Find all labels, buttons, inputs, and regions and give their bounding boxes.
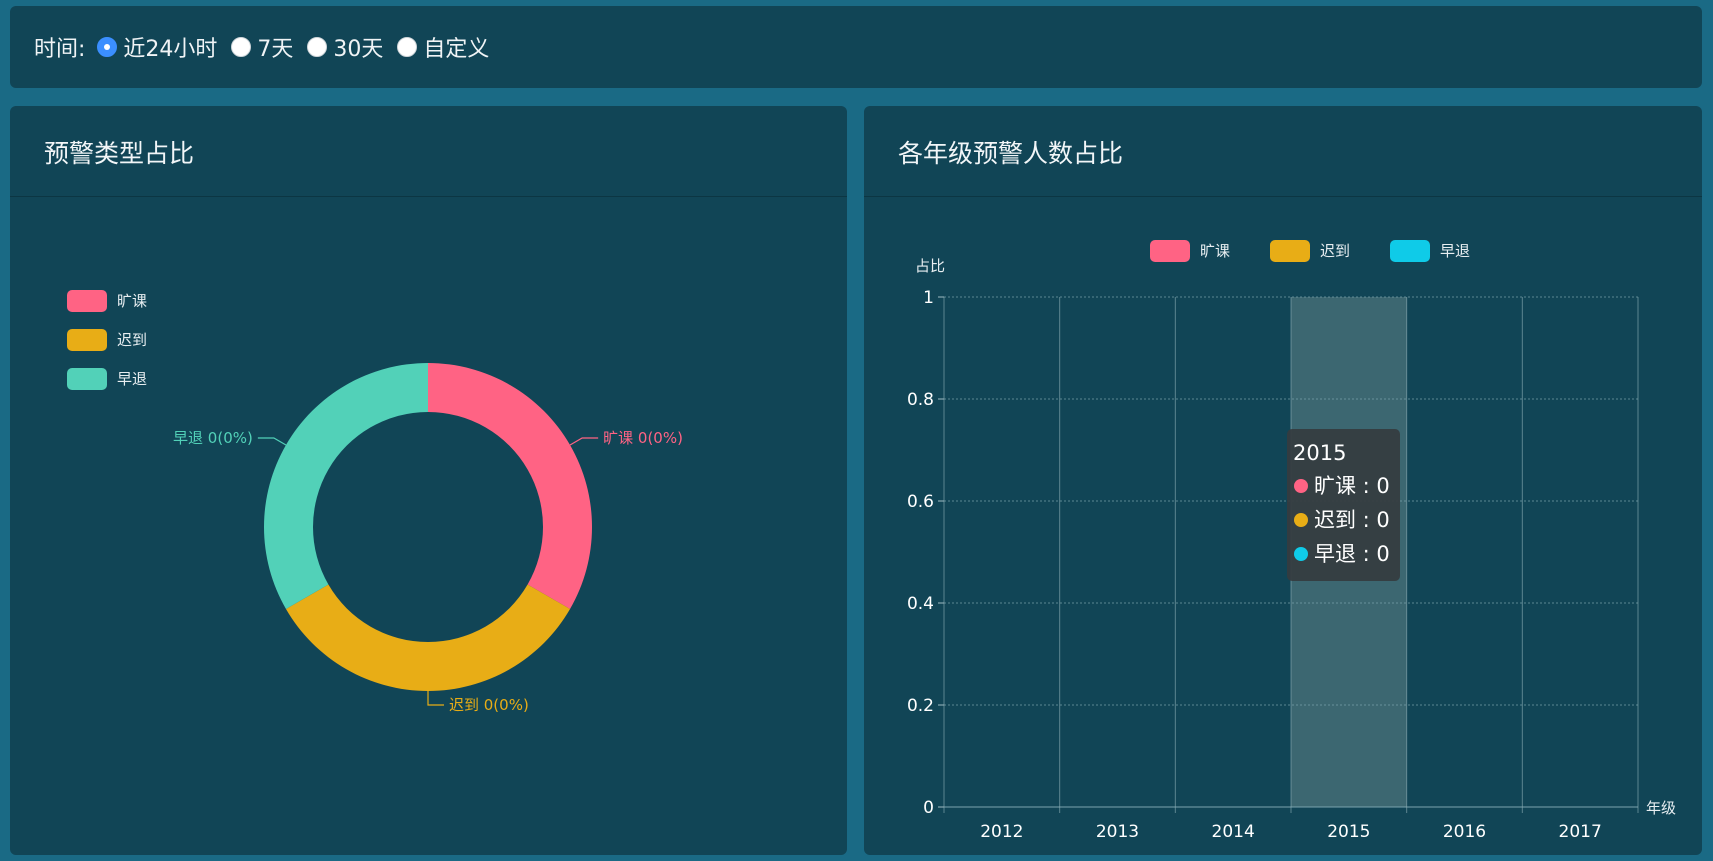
legend-label: 旷课 [117,292,147,310]
donut-slice [264,363,428,609]
warning-type-panel: 预警类型占比 旷课 迟到 早退 旷课 0(0%) 迟到 0(0%) 早退 0(0%) [10,106,847,855]
radio-7-days[interactable]: 7天 [231,31,293,63]
y-tick-label: 0.8 [907,390,934,410]
donut-slice [428,363,592,609]
radio-last-24h[interactable]: 近24小时 [97,31,217,63]
legend-swatch [67,290,107,312]
x-tick-label: 2012 [980,822,1023,842]
x-tick-label: 2013 [1096,822,1139,842]
legend-label: 迟到 [117,331,147,349]
label-line [257,437,287,446]
radio-label-30-days: 30天 [333,37,384,62]
legend-swatch [1150,240,1190,262]
tooltip-title: 2015 [1293,441,1346,465]
radio-custom[interactable]: 自定义 [397,31,489,63]
y-axis-label: 占比 [915,257,945,275]
tooltip-marker [1294,513,1308,527]
time-filter: 时间: 近24小时 7天 30天 自定义 [34,6,503,88]
radio-30-days[interactable]: 30天 [307,31,383,63]
tooltip-marker [1294,479,1308,493]
tooltip-item: 旷课 : 0 [1314,474,1390,498]
tooltip-marker [1294,547,1308,561]
radio-circle-30-days[interactable] [307,37,328,57]
time-filter-label: 时间: [34,37,86,62]
y-tick-label: 0.2 [907,696,934,716]
legend-swatch [1270,240,1310,262]
y-tick-label: 0 [923,798,934,818]
legend-label: 早退 [1440,242,1470,260]
slice-label: 迟到 0(0%) [449,696,529,714]
radio-label-7-days: 7天 [257,37,294,62]
legend-label: 旷课 [1200,242,1230,260]
tooltip-item: 早退 : 0 [1314,542,1390,566]
time-filter-panel: 时间: 近24小时 7天 30天 自定义 [10,6,1702,88]
radio-circle-custom[interactable] [397,37,418,57]
radio-circle-7-days[interactable] [231,37,252,57]
slice-label: 旷课 0(0%) [603,429,683,447]
bar-chart: 旷课 迟到 早退占比年级 0 0.2 0.4 0.6 0.8 1 2012 2013 2014 2015… [907,240,1676,842]
legend-label: 迟到 [1320,242,1350,260]
x-tick-label: 2017 [1559,822,1602,842]
x-tick-label: 2014 [1212,822,1255,842]
radio-label-custom: 自定义 [423,37,490,62]
donut-chart: 旷课迟到早退旷课 0(0%) 迟到 0(0%) 早退 0(0%) [67,290,683,714]
slice-label: 早退 0(0%) [173,429,253,447]
tooltip-item: 迟到 : 0 [1314,508,1390,532]
y-tick-label: 0.4 [907,594,934,614]
grade-warning-panel: 各年级预警人数占比 旷课 迟到 早退 占比 年级 0 0.2 0.4 0.6 0.8 1 2012 20… [864,106,1702,855]
legend-swatch [67,368,107,390]
label-line [427,691,444,706]
donut-slice [285,584,571,691]
radio-circle-last-24h[interactable] [97,37,118,57]
y-tick-label: 0.6 [907,492,934,512]
y-tick-label: 1 [923,288,934,308]
label-line [569,437,599,446]
x-tick-label: 2015 [1327,822,1370,842]
x-tick-label: 2016 [1443,822,1486,842]
legend-label: 早退 [117,370,147,388]
legend-swatch [67,329,107,351]
legend-swatch [1390,240,1430,262]
x-axis-label: 年级 [1646,799,1676,817]
radio-label-last-24h: 近24小时 [123,37,218,62]
